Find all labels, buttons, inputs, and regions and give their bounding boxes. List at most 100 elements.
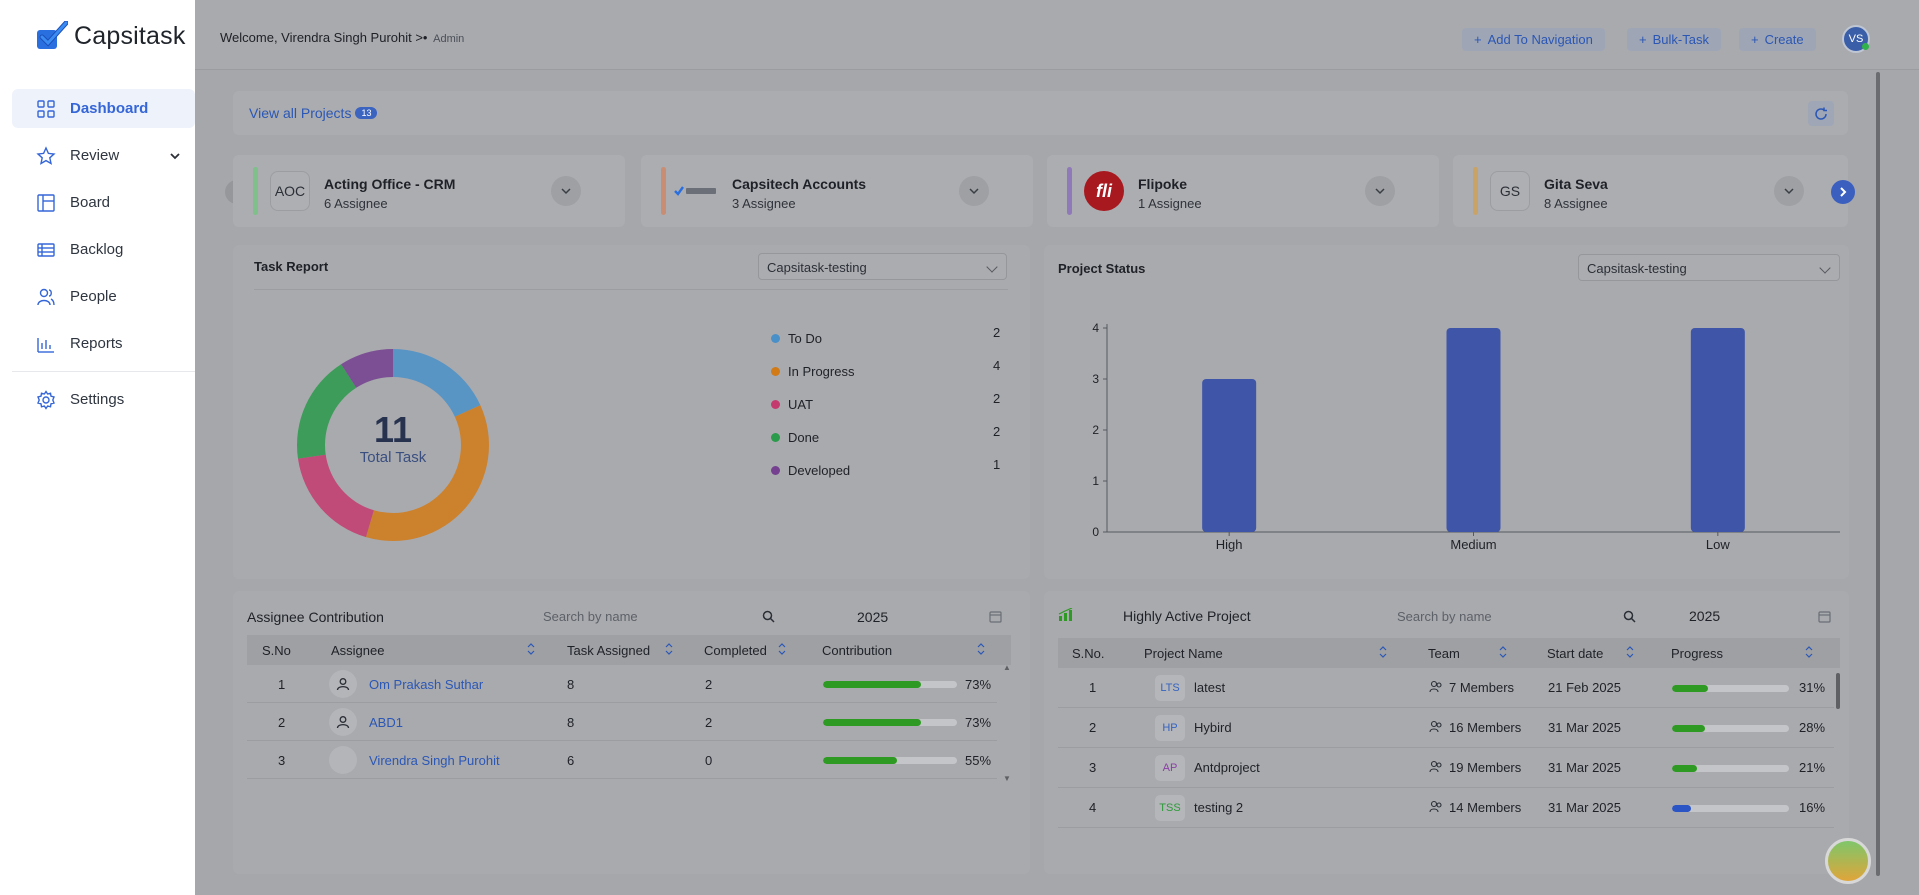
table-row: 1 Om Prakash Suthar 8 2 73% <box>247 665 997 703</box>
table-row[interactable]: 3 AP Antdproject 19 Members 31 Mar 2025 21% <box>1058 748 1834 788</box>
create-label: Create <box>1764 32 1804 47</box>
sort-icon[interactable] <box>1499 645 1507 659</box>
bulk-task-button[interactable]: + Bulk-Task <box>1627 28 1721 51</box>
refresh-button[interactable] <box>1808 101 1834 126</box>
row-sno: 1 <box>278 677 286 692</box>
search-icon[interactable] <box>1623 610 1636 623</box>
projects-count-badge: 13 <box>355 107 378 119</box>
sort-icon[interactable] <box>778 642 786 656</box>
assignee-name-link[interactable]: Om Prakash Suthar <box>369 677 483 692</box>
project-status-bar-chart: 0 1 2 3 4 High Medium Low <box>1092 321 1840 552</box>
project-code-avatar: LTS <box>1155 675 1185 701</box>
avatar-initials: VS <box>1848 33 1864 45</box>
project-card[interactable]: Capsitech Accounts 3 Assignee <box>641 155 1033 227</box>
project-name: Gita Seva <box>1544 176 1608 192</box>
project-card[interactable]: GS Gita Seva 8 Assignee <box>1453 155 1848 227</box>
search-icon[interactable] <box>762 610 775 623</box>
sidebar-item-reports[interactable]: Reports <box>12 324 195 363</box>
sidebar-item-settings[interactable]: Settings <box>12 380 195 419</box>
project-card[interactable]: fli Flipoke 1 Assignee <box>1047 155 1439 227</box>
expand-button[interactable] <box>959 176 989 206</box>
row-sno: 1 <box>1089 680 1097 695</box>
highly-active-project-panel: Highly Active Project Search by name 202… <box>1044 591 1849 874</box>
col-task-assigned: Task Assigned <box>567 643 651 658</box>
assistant-bubble-button[interactable] <box>1825 838 1871 884</box>
trend-chart-icon <box>1058 608 1073 621</box>
table-row: 3 Virendra Singh Purohit 6 0 55% <box>247 741 997 779</box>
bulk-task-label: Bulk-Task <box>1652 32 1709 47</box>
add-to-navigation-button[interactable]: + Add To Navigation <box>1462 28 1605 51</box>
sort-icon[interactable] <box>527 642 535 656</box>
calendar-icon[interactable] <box>989 610 1002 623</box>
project-name: testing 2 <box>1194 800 1244 815</box>
user-avatar[interactable]: VS <box>1842 25 1870 53</box>
assignee-name-link[interactable]: ABD1 <box>369 715 403 730</box>
project-progress-fill <box>1672 765 1697 772</box>
legend-item[interactable]: To Do <box>771 331 822 346</box>
project-color-stripe <box>661 167 666 215</box>
project-search-input[interactable]: Search by name <box>1397 609 1617 624</box>
assignee-name-link[interactable]: Virendra Singh Purohit <box>369 753 500 768</box>
plus-icon: + <box>1474 32 1482 47</box>
carousel-next-button[interactable] <box>1831 180 1855 204</box>
table-row[interactable]: 1 LTS latest 7 Members 21 Feb 2025 31% <box>1058 668 1834 708</box>
backlog-icon <box>37 242 55 257</box>
donut-slice-uat[interactable] <box>297 454 374 538</box>
legend-item[interactable]: In Progress <box>771 364 854 379</box>
donut-slice-to-do[interactable] <box>393 349 481 417</box>
sort-icon[interactable] <box>1379 645 1387 659</box>
year-picker-value[interactable]: 2025 <box>857 609 888 625</box>
start-date: 31 Mar 2025 <box>1548 800 1621 815</box>
sort-icon[interactable] <box>1626 645 1634 659</box>
sort-icon[interactable] <box>977 642 985 656</box>
year-picker-value[interactable]: 2025 <box>1689 608 1720 624</box>
scroll-down-arrow[interactable]: ▼ <box>1003 774 1011 783</box>
project-name: Hybird <box>1194 720 1232 735</box>
brand-logo[interactable]: Capsitask <box>36 20 186 51</box>
table-scrollbar[interactable] <box>1836 673 1840 709</box>
expand-button[interactable] <box>1774 176 1804 206</box>
legend-swatch <box>771 334 780 343</box>
sidebar-item-board[interactable]: Board <box>12 183 195 222</box>
project-color-stripe <box>253 167 258 215</box>
task-report-panel: Task Report Capsitask-testing 11 Total T… <box>233 245 1030 579</box>
legend-item[interactable]: Developed <box>771 463 850 478</box>
sidebar-item-dashboard[interactable]: Dashboard <box>12 89 195 128</box>
assignee-search-input[interactable]: Search by name <box>543 609 763 624</box>
create-button[interactable]: + Create <box>1739 28 1816 51</box>
bar-medium[interactable] <box>1446 328 1501 532</box>
team-icon <box>1429 800 1442 813</box>
sort-icon[interactable] <box>665 642 673 656</box>
sidebar-item-review[interactable]: Review <box>12 136 195 175</box>
assignee-contribution-panel: Assignee Contribution Search by name 202… <box>233 591 1030 874</box>
dashboard-content: View all Projects 13 AOC Acting Office -… <box>195 71 1919 895</box>
legend-item[interactable]: UAT <box>771 397 813 412</box>
legend-label: UAT <box>788 397 814 412</box>
page-scrollbar[interactable] <box>1876 72 1880 876</box>
sort-icon[interactable] <box>1805 645 1813 659</box>
calendar-icon[interactable] <box>1818 610 1831 623</box>
bar-high[interactable] <box>1202 379 1257 532</box>
table-row[interactable]: 2 HP Hybird 16 Members 31 Mar 2025 28% <box>1058 708 1834 748</box>
sidebar-item-people[interactable]: People <box>12 277 195 316</box>
sidebar-item-backlog[interactable]: Backlog <box>12 230 195 269</box>
sidebar-item-label: Settings <box>70 391 125 408</box>
legend-item[interactable]: Done <box>771 430 819 445</box>
scroll-up-arrow[interactable]: ▲ <box>1003 663 1011 672</box>
project-code-avatar: AOC <box>270 171 310 211</box>
view-all-projects-link[interactable]: View all Projects 13 <box>249 105 378 121</box>
contribution-progress-fill <box>823 757 897 764</box>
total-task-count: 11 <box>373 409 413 450</box>
bar-low[interactable] <box>1690 328 1745 532</box>
task-report-project-select[interactable]: Capsitask-testing <box>758 253 1007 280</box>
expand-button[interactable] <box>551 176 581 206</box>
project-card[interactable]: AOC Acting Office - CRM 6 Assignee <box>233 155 625 227</box>
expand-button[interactable] <box>1365 176 1395 206</box>
chevron-down-icon[interactable] <box>169 150 181 162</box>
team-members: 7 Members <box>1449 680 1515 695</box>
table-row[interactable]: 4 TSS testing 2 14 Members 31 Mar 2025 16% <box>1058 788 1834 828</box>
project-progress-bar <box>1672 725 1789 732</box>
chevron-down-icon <box>969 188 979 195</box>
row-task-assigned: 8 <box>567 715 575 730</box>
y-tick-label: 2 <box>1092 423 1099 437</box>
